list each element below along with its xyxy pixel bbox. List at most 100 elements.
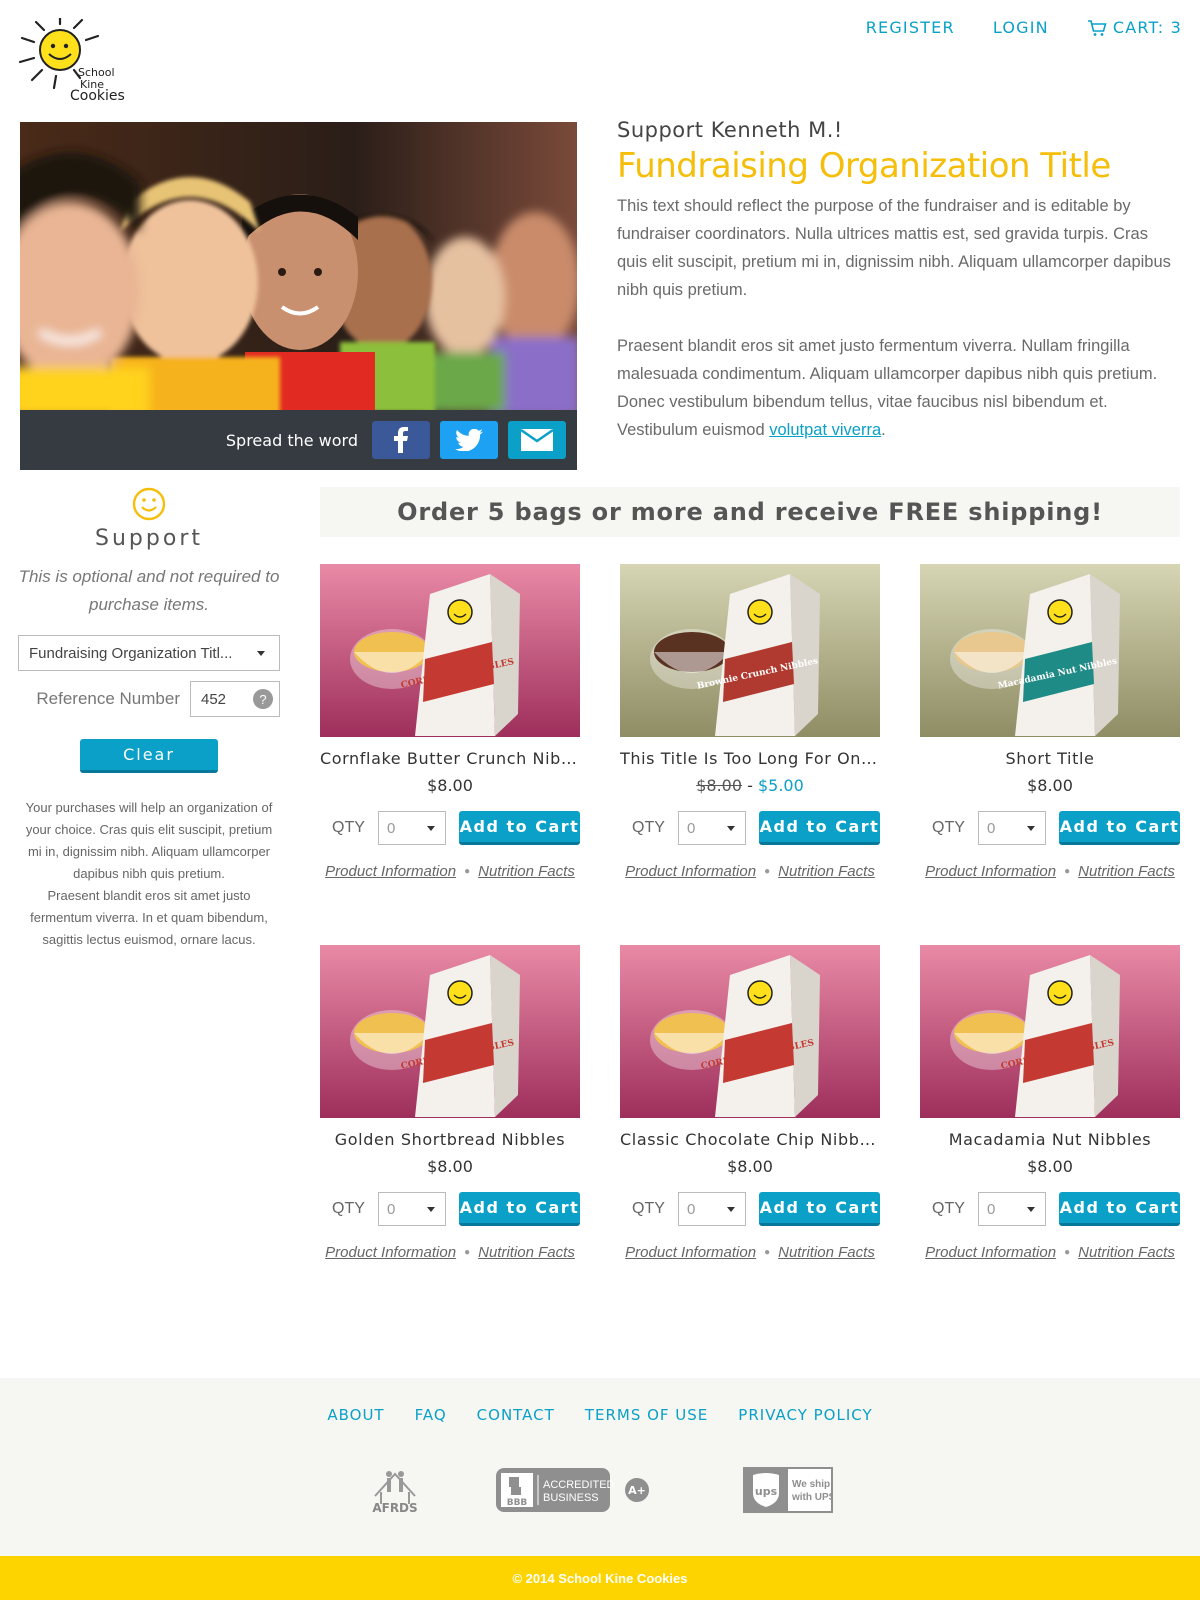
organization-select-value: Fundraising Organization Titl...: [29, 644, 233, 662]
product-links: Product Information ● Nutrition Facts: [320, 863, 580, 880]
product-image[interactable]: CORNFLAKE NIBBLES: [620, 945, 880, 1118]
cart-link[interactable]: CART: 3: [1087, 18, 1182, 37]
separator-dot: ●: [764, 1247, 771, 1258]
product-title[interactable]: Macadamia Nut Nibbles: [920, 1130, 1180, 1149]
login-link[interactable]: LOGIN: [993, 18, 1049, 37]
nutrition-facts-link[interactable]: Nutrition Facts: [478, 1244, 575, 1261]
product-info-link[interactable]: Product Information: [325, 863, 456, 880]
nutrition-facts-link[interactable]: Nutrition Facts: [478, 863, 575, 880]
bbb-text: BBB: [507, 1498, 528, 1508]
product-price: $8.00: [1027, 776, 1073, 795]
product-title[interactable]: This Title Is Too Long For One L...: [620, 749, 880, 768]
product-title[interactable]: Classic Chocolate Chip Nibbles: [620, 1130, 880, 1149]
twitter-icon: [455, 429, 483, 451]
product-actions: QTY 0 Add to Cart: [620, 811, 880, 845]
footer-privacy-link[interactable]: PRIVACY POLICY: [738, 1406, 872, 1424]
footer-about-link[interactable]: ABOUT: [327, 1406, 384, 1424]
product-price-sale: $5.00: [757, 776, 804, 795]
product-card: CORNFLAKE NIBBLES Golden Shortbread Nibb…: [320, 945, 580, 1261]
nutrition-facts-link[interactable]: Nutrition Facts: [1078, 1244, 1175, 1261]
nutrition-facts-link[interactable]: Nutrition Facts: [778, 1244, 875, 1261]
bbb-badge[interactable]: BBB ACCREDITED BUSINESS A+: [495, 1467, 655, 1513]
product-info-link[interactable]: Product Information: [925, 1244, 1056, 1261]
email-share-button[interactable]: [508, 421, 566, 459]
footer-terms-link[interactable]: TERMS OF USE: [585, 1406, 708, 1424]
product-info-link[interactable]: Product Information: [325, 1244, 456, 1261]
cart-count: CART: 3: [1112, 18, 1182, 37]
product-actions: QTY 0 Add to Cart: [620, 1192, 880, 1226]
qty-label: QTY: [932, 819, 965, 836]
site-logo[interactable]: School Kine Cookies: [18, 16, 138, 104]
add-to-cart-button[interactable]: Add to Cart: [758, 1192, 880, 1226]
product-image[interactable]: CORNFLAKE NIBBLES: [320, 945, 580, 1118]
product-info-link[interactable]: Product Information: [625, 863, 756, 880]
product-card: Macadamia Nut Nibbles Short Title $8.00 …: [920, 564, 1180, 880]
product-title[interactable]: Short Title: [920, 749, 1180, 768]
clear-button[interactable]: Clear: [80, 739, 218, 773]
price-separator: -: [742, 776, 758, 795]
add-to-cart-button[interactable]: Add to Cart: [458, 811, 580, 845]
hero: Spread the word: [20, 122, 577, 470]
smiley-icon: [132, 487, 166, 521]
quantity-select[interactable]: 0: [377, 1192, 446, 1226]
product-links: Product Information ● Nutrition Facts: [620, 1244, 880, 1261]
product-title[interactable]: Cornflake Butter Crunch Nibbles: [320, 749, 580, 768]
product-links: Product Information ● Nutrition Facts: [920, 863, 1180, 880]
qty-label: QTY: [632, 1200, 665, 1217]
reference-number-input[interactable]: 452 ?: [190, 681, 280, 717]
ups-badge[interactable]: ups We ship with UPS: [743, 1467, 833, 1513]
register-link[interactable]: REGISTER: [866, 18, 955, 37]
help-icon[interactable]: ?: [253, 689, 273, 709]
organization-select[interactable]: Fundraising Organization Titl...: [18, 635, 280, 671]
quantity-select[interactable]: 0: [677, 811, 746, 845]
product-title[interactable]: Golden Shortbread Nibbles: [320, 1130, 580, 1149]
twitter-share-button[interactable]: [440, 421, 498, 459]
share-bar: Spread the word: [20, 410, 577, 470]
ups-ship-text-2: with UPS: [791, 1492, 833, 1503]
product-info-link[interactable]: Product Information: [925, 863, 1056, 880]
product-actions: QTY 0 Add to Cart: [920, 1192, 1180, 1226]
quantity-select[interactable]: 0: [377, 811, 446, 845]
quantity-select[interactable]: 0: [677, 1192, 746, 1226]
facebook-share-button[interactable]: [372, 421, 430, 459]
product-image[interactable]: CORNFLAKE NIBBLES: [320, 564, 580, 737]
caret-down-icon: [726, 1206, 735, 1212]
quantity-value: 0: [386, 1200, 396, 1218]
add-to-cart-button[interactable]: Add to Cart: [458, 1192, 580, 1226]
nutrition-facts-link[interactable]: Nutrition Facts: [778, 863, 875, 880]
product-image[interactable]: CORNFLAKE NIBBLES: [920, 945, 1180, 1118]
share-label: Spread the word: [225, 430, 358, 450]
product-image[interactable]: Macadamia Nut Nibbles: [920, 564, 1180, 737]
separator-dot: ●: [464, 1247, 471, 1258]
add-to-cart-button[interactable]: Add to Cart: [1058, 1192, 1180, 1226]
support-heading: Support Kenneth M.!: [617, 118, 843, 142]
product-info-link[interactable]: Product Information: [625, 1244, 756, 1261]
hero-photo: [20, 122, 577, 410]
product-card: CORNFLAKE NIBBLES Macadamia Nut Nibbles …: [920, 945, 1180, 1261]
nutrition-facts-link[interactable]: Nutrition Facts: [1078, 863, 1175, 880]
afrds-badge[interactable]: AFRDS: [367, 1464, 423, 1516]
footer-faq-link[interactable]: FAQ: [415, 1406, 447, 1424]
copyright: © 2014 School Kine Cookies: [0, 1556, 1200, 1600]
footer: ABOUT FAQ CONTACT TERMS OF USE PRIVACY P…: [0, 1378, 1200, 1556]
quantity-select[interactable]: 0: [977, 811, 1046, 845]
email-icon: [521, 429, 553, 451]
add-to-cart-button[interactable]: Add to Cart: [758, 811, 880, 845]
footer-contact-link[interactable]: CONTACT: [477, 1406, 555, 1424]
caret-down-icon: [426, 825, 435, 831]
quantity-value: 0: [986, 819, 996, 837]
afrds-text: AFRDS: [372, 1501, 417, 1515]
footer-nav: ABOUT FAQ CONTACT TERMS OF USE PRIVACY P…: [0, 1406, 1200, 1424]
add-to-cart-button[interactable]: Add to Cart: [1058, 811, 1180, 845]
reference-number-value: 452: [201, 690, 227, 708]
intro-paragraph-2-text: Praesent blandit eros sit amet justo fer…: [617, 337, 1158, 439]
product-image[interactable]: Brownie Crunch Nibbles: [620, 564, 880, 737]
reference-label: Reference Number: [36, 689, 180, 708]
org-title: Fundraising Organization Title: [617, 146, 1111, 186]
sidebar-title: Support: [95, 526, 203, 551]
bbb-business-text: BUSINESS: [543, 1492, 599, 1504]
intro-link[interactable]: volutpat viverra: [769, 421, 881, 439]
facebook-icon: [394, 427, 408, 453]
quantity-select[interactable]: 0: [977, 1192, 1046, 1226]
qty-label: QTY: [332, 1200, 365, 1217]
